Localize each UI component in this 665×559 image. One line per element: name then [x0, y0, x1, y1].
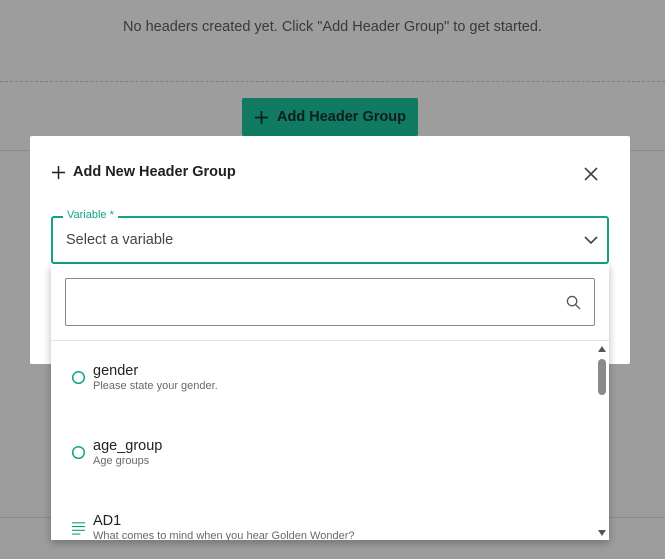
option-description: Age groups [93, 455, 150, 467]
scroll-up-icon[interactable] [598, 345, 606, 353]
option-description: Please state your gender. [93, 380, 218, 392]
scrollbar-thumb[interactable] [598, 359, 606, 395]
dashed-divider [0, 81, 665, 82]
option-name: AD1 [93, 513, 122, 529]
list-item-age-group[interactable]: age_group Age groups [51, 438, 595, 498]
option-name: age_group [93, 438, 163, 454]
dropdown-search-input[interactable] [65, 278, 595, 326]
list-item-gender[interactable]: gender Please state your gender. [51, 363, 595, 423]
close-button[interactable] [583, 166, 599, 182]
radio-circle-icon [71, 445, 86, 460]
text-lines-icon [71, 522, 86, 535]
radio-circle-icon [71, 370, 86, 385]
empty-state-message: No headers created yet. Click "Add Heade… [123, 19, 542, 35]
variable-placeholder: Select a variable [66, 232, 174, 248]
variable-select[interactable]: Variable * Select a variable [51, 209, 609, 264]
option-name: gender [93, 363, 139, 379]
option-description: What comes to mind when you hear Golden … [93, 530, 355, 540]
plus-icon [254, 110, 269, 124]
scroll-down-icon[interactable] [598, 529, 606, 537]
variable-label: Variable * [63, 209, 118, 221]
add-header-group-label: Add Header Group [277, 109, 406, 125]
modal-title-text: Add New Header Group [73, 164, 236, 180]
chevron-down-icon [584, 236, 598, 245]
dropdown-scrollbar[interactable] [595, 342, 609, 540]
close-icon [584, 167, 598, 181]
divider [51, 340, 609, 341]
variable-dropdown: gender Please state your gender. age_gro… [51, 264, 609, 540]
add-header-group-button[interactable]: Add Header Group [242, 98, 418, 136]
modal-title: Add New Header Group [51, 164, 236, 180]
plus-icon [51, 165, 66, 179]
search-icon [566, 295, 581, 310]
list-item-ad1[interactable]: AD1 What comes to mind when you hear Gol… [51, 513, 595, 540]
